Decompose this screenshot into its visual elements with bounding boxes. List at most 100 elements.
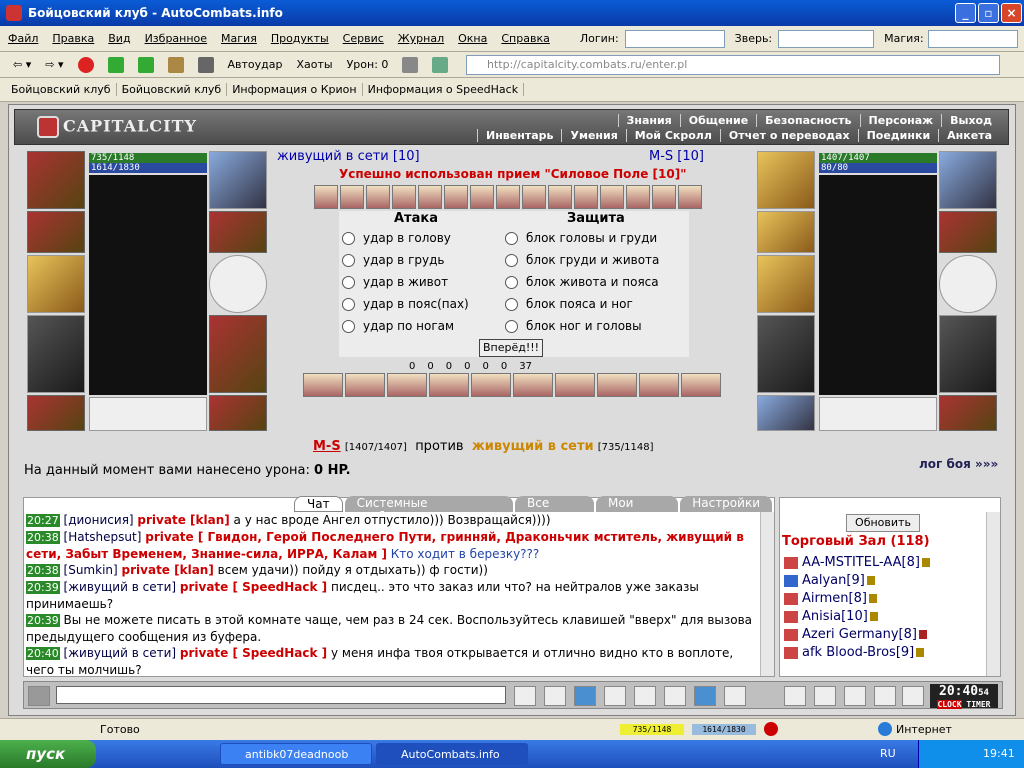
user-item[interactable]: Aalyan[9] bbox=[784, 572, 930, 590]
alarm-icon[interactable] bbox=[764, 722, 778, 736]
skill-icon[interactable] bbox=[600, 185, 624, 209]
user-item[interactable]: Azeri Germany[8] bbox=[784, 626, 930, 644]
refresh-icon[interactable] bbox=[103, 55, 129, 75]
menu-journal[interactable]: Журнал bbox=[398, 32, 444, 45]
filter-icon[interactable] bbox=[427, 55, 453, 75]
chat-private[interactable]: private [klan] bbox=[122, 563, 214, 577]
menu-view[interactable]: Вид bbox=[108, 32, 130, 45]
flag-icon[interactable] bbox=[874, 686, 896, 706]
music-icon[interactable] bbox=[694, 686, 716, 706]
start-button[interactable]: пуск bbox=[0, 740, 96, 768]
belt-slot[interactable] bbox=[27, 395, 85, 431]
lock-icon[interactable] bbox=[844, 686, 866, 706]
walk-icon[interactable] bbox=[634, 686, 656, 706]
info-icon[interactable] bbox=[918, 630, 927, 639]
tactic-icon[interactable] bbox=[681, 373, 721, 397]
link-speedhack[interactable]: Информация о SpeedHack bbox=[363, 83, 525, 96]
menu-help[interactable]: Справка bbox=[501, 32, 549, 45]
exit-icon[interactable] bbox=[902, 686, 924, 706]
chat-nick[interactable]: [живущий в сети] bbox=[64, 580, 177, 594]
info-icon[interactable] bbox=[868, 594, 877, 603]
opponent-helmet-slot[interactable] bbox=[757, 151, 815, 209]
attack-groin[interactable]: удар в пояс(пах) bbox=[342, 297, 469, 311]
tab-chat[interactable]: Чат bbox=[294, 496, 343, 512]
lang-indicator[interactable]: RU bbox=[880, 747, 896, 760]
opponent-gloves-slot[interactable] bbox=[939, 211, 997, 253]
user-item[interactable]: AA-MSTITEL-AA[8] bbox=[784, 554, 930, 572]
opponent-weapon-slot[interactable] bbox=[757, 255, 815, 313]
tab-all-logs[interactable]: Все логи bbox=[515, 496, 594, 524]
tab-system[interactable]: Системные сообщения bbox=[344, 496, 514, 524]
slash-icon[interactable] bbox=[664, 686, 686, 706]
tactic-icon[interactable] bbox=[597, 373, 637, 397]
autoudar-button[interactable]: Автоудар bbox=[223, 55, 288, 75]
tactic-icon[interactable] bbox=[513, 373, 553, 397]
home-icon[interactable] bbox=[163, 55, 189, 75]
pants-slot[interactable] bbox=[209, 315, 267, 393]
helmet-slot[interactable] bbox=[27, 151, 85, 209]
chat-private[interactable]: private [klan] bbox=[137, 513, 229, 527]
minimize-button[interactable]: _ bbox=[955, 3, 976, 23]
fighter-left-name[interactable]: живущий в сети [10] bbox=[277, 149, 420, 164]
tactic-icon[interactable] bbox=[471, 373, 511, 397]
address-bar[interactable]: http://capitalcity.combats.ru/enter.pl bbox=[466, 55, 1000, 75]
gloves-slot[interactable] bbox=[209, 211, 267, 253]
nav-personazh[interactable]: Персонаж bbox=[859, 114, 942, 127]
skill-icon[interactable] bbox=[626, 185, 650, 209]
sound-icon[interactable] bbox=[397, 55, 423, 75]
uron-button[interactable]: Урон: 0 bbox=[342, 55, 394, 75]
back-button[interactable]: ⇦ ▾ bbox=[8, 55, 36, 75]
attack-belly[interactable]: удар в живот bbox=[342, 275, 448, 289]
skill-icon[interactable] bbox=[444, 185, 468, 209]
attack-legs[interactable]: удар по ногам bbox=[342, 319, 454, 333]
smile-face-icon[interactable] bbox=[28, 686, 50, 706]
tactic-icon[interactable] bbox=[429, 373, 469, 397]
nav-inventar[interactable]: Инвентарь bbox=[477, 129, 561, 142]
skill-icon[interactable] bbox=[574, 185, 598, 209]
chat-input[interactable] bbox=[56, 686, 506, 704]
opponent-belt-slot[interactable] bbox=[757, 395, 815, 431]
room-scrollbar[interactable] bbox=[986, 512, 1000, 676]
info-icon[interactable] bbox=[916, 648, 925, 657]
user-item[interactable]: Anisia[10] bbox=[784, 608, 930, 626]
block-belly-belt[interactable]: блок живота и пояса bbox=[505, 275, 659, 289]
battle-log-link[interactable]: лог боя »»» bbox=[919, 457, 998, 471]
skill-icon[interactable] bbox=[652, 185, 676, 209]
maximize-button[interactable]: ▫ bbox=[978, 3, 999, 23]
close-button[interactable]: × bbox=[1001, 3, 1022, 23]
eraser-icon[interactable] bbox=[544, 686, 566, 706]
task-autocombats[interactable]: AutoCombats.info bbox=[376, 743, 528, 765]
info-icon[interactable] bbox=[921, 558, 930, 567]
sword-icon[interactable] bbox=[814, 686, 836, 706]
vs-right-name[interactable]: живущий в сети bbox=[472, 439, 594, 454]
shield-slot[interactable] bbox=[209, 255, 267, 313]
stop-icon[interactable] bbox=[73, 55, 99, 75]
skill-icon[interactable] bbox=[522, 185, 546, 209]
tactic-icon[interactable] bbox=[639, 373, 679, 397]
vs-left-name[interactable]: M-S bbox=[313, 439, 341, 454]
skill-icon[interactable] bbox=[314, 185, 338, 209]
link-bk-1[interactable]: Бойцовский клуб bbox=[6, 83, 117, 96]
skill-icon[interactable] bbox=[548, 185, 572, 209]
block-belt-legs[interactable]: блок пояса и ног bbox=[505, 297, 633, 311]
menu-service[interactable]: Сервис bbox=[343, 32, 384, 45]
chat-nick[interactable]: [Hatshepsut] bbox=[64, 530, 142, 544]
menu-windows[interactable]: Окна bbox=[458, 32, 487, 45]
nav-bezopasnost[interactable]: Безопасность bbox=[756, 114, 859, 127]
menu-favorites[interactable]: Избранное bbox=[145, 32, 207, 45]
attack-chest[interactable]: удар в грудь bbox=[342, 253, 444, 267]
nav-anketa[interactable]: Анкета bbox=[938, 129, 1000, 142]
enter-icon[interactable] bbox=[514, 686, 536, 706]
char-icon[interactable] bbox=[784, 686, 806, 706]
login-select[interactable] bbox=[624, 29, 725, 48]
tools-icon[interactable] bbox=[193, 55, 219, 75]
block-chest-belly[interactable]: блок груди и живота bbox=[505, 253, 659, 267]
armor-slot[interactable] bbox=[27, 315, 85, 393]
attack-head[interactable]: удар в голову bbox=[342, 231, 451, 245]
opponent-rings-slots[interactable] bbox=[819, 397, 937, 431]
tactic-icon[interactable] bbox=[345, 373, 385, 397]
bracer-slot[interactable] bbox=[27, 211, 85, 253]
task-antibk[interactable]: antibk07deadnoob bbox=[220, 743, 372, 765]
skill-icon[interactable] bbox=[418, 185, 442, 209]
chat-scrollbar[interactable] bbox=[760, 512, 774, 676]
